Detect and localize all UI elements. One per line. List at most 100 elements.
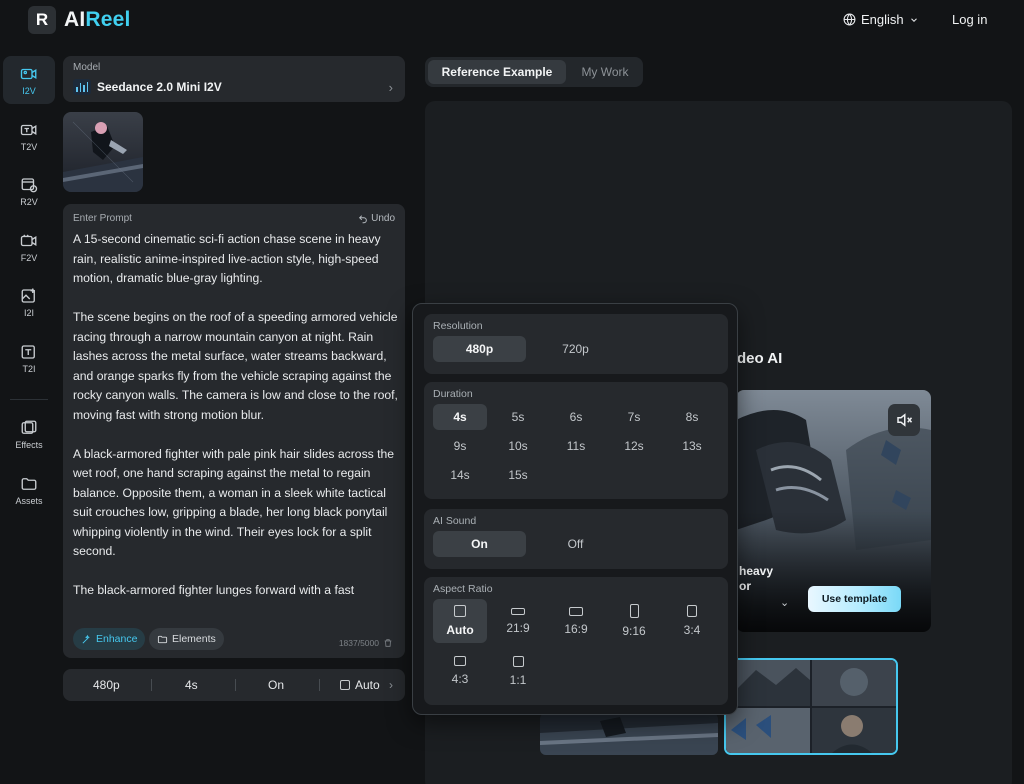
nav-label-assets: Assets [15, 495, 43, 506]
nav-item-t2i[interactable]: T2I [3, 334, 55, 382]
text-to-image-icon [21, 344, 35, 359]
folder-icon [157, 635, 168, 643]
resolution-option-480p[interactable]: 480p [433, 336, 526, 362]
nav-label-effects: Effects [15, 439, 43, 450]
view-tabs: Reference Example My Work [425, 57, 643, 87]
tab-my-work[interactable]: My Work [569, 60, 641, 84]
duration-option-7s[interactable]: 7s [607, 404, 661, 430]
language-label: English [861, 12, 904, 27]
language-selector[interactable]: English [843, 12, 919, 27]
aspect-option-auto[interactable]: Auto [433, 599, 487, 643]
character-count: 1837/5000 [339, 638, 393, 648]
nav-item-f2v[interactable]: F2V [3, 223, 55, 271]
duration-option-8s[interactable]: 8s [665, 404, 719, 430]
video-caption-line1: heavy [739, 564, 774, 578]
aspect-option-3-4[interactable]: 3:4 [665, 599, 719, 643]
uploaded-image-thumbnail[interactable] [63, 112, 143, 192]
use-template-button[interactable]: Use template [808, 586, 901, 612]
aspect-option-9-16[interactable]: 9:16 [607, 599, 661, 643]
ai-sound-option-on[interactable]: On [433, 531, 526, 557]
aspect-ratio-title: Aspect Ratio [433, 583, 493, 595]
nav-item-effects[interactable]: Effects [3, 410, 55, 458]
divider [151, 679, 152, 691]
duration-option-13s[interactable]: 13s [665, 433, 719, 459]
duration-option-10s[interactable]: 10s [491, 433, 545, 459]
chevron-right-icon: › [389, 678, 393, 692]
ai-sound-section: AI Sound On Off [424, 509, 728, 569]
tab-reference-example[interactable]: Reference Example [428, 60, 566, 84]
image-to-video-icon [20, 68, 37, 79]
duration-option-15s[interactable]: 15s [491, 462, 545, 488]
nav-item-assets[interactable]: Assets [3, 466, 55, 514]
image-to-image-icon [21, 288, 35, 303]
resolution-option-720p[interactable]: 720p [529, 336, 622, 362]
aspect-option-1-1[interactable]: 1:1 [491, 649, 545, 693]
settings-summary-bar[interactable]: 480p 4s On Auto › [63, 669, 405, 701]
example-thumbnail[interactable] [540, 713, 718, 755]
undo-label: Undo [371, 213, 395, 224]
settings-duration[interactable]: 4s [185, 678, 198, 692]
example-thumbnail-selected[interactable] [724, 658, 898, 755]
aspect-4-3-icon [454, 656, 466, 666]
logo-text[interactable]: AIReel [64, 8, 131, 32]
duration-option-6s[interactable]: 6s [549, 404, 603, 430]
model-selector[interactable]: Model Seedance 2.0 Mini I2V › [63, 56, 405, 102]
model-label: Model [73, 62, 101, 73]
top-header: R AIReel English Log in [0, 0, 1024, 48]
enhance-button[interactable]: Enhance [73, 628, 146, 650]
speaker-muted-icon [897, 413, 913, 427]
settings-aspect-label: Auto [355, 678, 380, 692]
duration-section: Duration 4s 5s 6s 7s 8s 9s 10s 11s 12s 1… [424, 382, 728, 499]
aspect-label-1-1: 1:1 [509, 672, 527, 687]
settings-resolution[interactable]: 480p [93, 678, 120, 692]
duration-option-9s[interactable]: 9s [433, 433, 487, 459]
settings-sound[interactable]: On [268, 678, 284, 692]
trash-icon[interactable] [383, 638, 393, 648]
nav-item-t2v[interactable]: T2V [3, 112, 55, 160]
resolution-section: Resolution 480p 720p [424, 314, 728, 374]
undo-icon [359, 214, 367, 223]
model-name: Seedance 2.0 Mini I2V [97, 80, 222, 94]
aspect-label-auto: Auto [446, 623, 474, 637]
preview-title: deo AI [737, 350, 783, 367]
thumbnail-strip-art [540, 713, 718, 755]
generation-settings-popover: Resolution 480p 720p Duration 4s 5s 6s 7… [412, 303, 738, 715]
aspect-option-4-3[interactable]: 4:3 [433, 649, 487, 693]
logo-icon[interactable]: R [28, 6, 56, 34]
chevron-down-icon [910, 17, 917, 22]
nav-item-i2v[interactable]: I2V [3, 56, 55, 104]
nav-item-i2i[interactable]: I2I [3, 278, 55, 326]
logo-text-label: AIReel [64, 8, 131, 31]
frame-to-video-icon [20, 234, 37, 246]
aspect-label-3-4: 3:4 [683, 623, 701, 637]
duration-option-5s[interactable]: 5s [491, 404, 545, 430]
aspect-16-9-icon [569, 606, 583, 616]
duration-title: Duration [433, 388, 473, 400]
prompt-label: Enter Prompt [73, 213, 132, 224]
chevron-down-icon[interactable]: ⌄ [780, 596, 789, 609]
prompt-textarea[interactable]: A 15-second cinematic sci-fi action chas… [73, 230, 399, 620]
duration-option-4s[interactable]: 4s [433, 404, 487, 430]
nav-label-f2v: F2V [20, 252, 38, 263]
ai-sound-title: AI Sound [433, 515, 477, 527]
effects-icon [21, 420, 37, 434]
elements-button[interactable]: Elements [149, 628, 224, 650]
character-count-value: 1837/5000 [338, 638, 379, 648]
app-root: R AIReel English Log in I2V T2V R2V F2V … [0, 0, 1024, 784]
aspect-ratio-section: Aspect Ratio Auto 21:9 16:9 9:16 3:4 4:3… [424, 577, 728, 705]
auto-aspect-icon [454, 605, 466, 617]
duration-option-11s[interactable]: 11s [549, 433, 603, 459]
undo-button[interactable]: Undo [358, 213, 395, 224]
aspect-option-16-9[interactable]: 16:9 [549, 599, 603, 643]
duration-option-14s[interactable]: 14s [433, 462, 487, 488]
video-caption: heavy or [739, 564, 773, 594]
duration-option-12s[interactable]: 12s [607, 433, 661, 459]
mute-button[interactable] [888, 404, 920, 436]
settings-aspect[interactable]: Auto [340, 678, 380, 692]
aspect-21-9-icon [511, 607, 525, 615]
login-link[interactable]: Log in [952, 12, 987, 27]
aspect-option-21-9[interactable]: 21:9 [491, 599, 545, 643]
nav-item-r2v[interactable]: R2V [3, 167, 55, 215]
ai-sound-option-off[interactable]: Off [529, 531, 622, 557]
globe-icon [843, 13, 856, 26]
